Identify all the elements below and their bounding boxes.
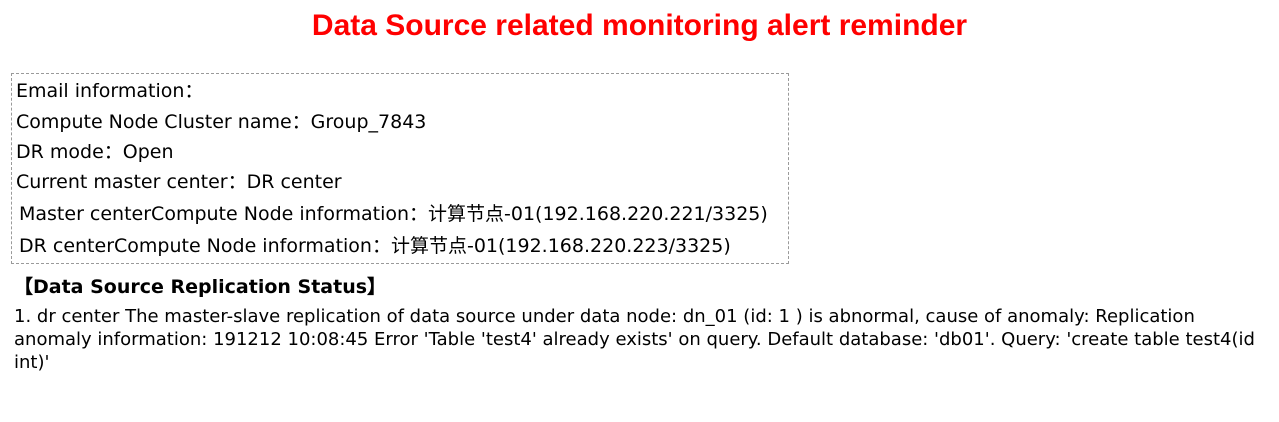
dr-mode-line: DR mode：Open (16, 141, 174, 163)
email-info-box: Email information： Compute Node Cluster … (11, 73, 789, 264)
current-master-line: Current master center：DR center (16, 171, 342, 193)
master-center-node-line: Master centerCompute Node information：计算… (19, 203, 768, 225)
cluster-name-line: Compute Node Cluster name：Group_7843 (16, 111, 427, 133)
replication-status-message: 1. dr center The master-slave replicatio… (14, 306, 1255, 373)
email-info-label: Email information： (16, 80, 204, 102)
page-title: Data Source related monitoring alert rem… (311, 9, 968, 42)
replication-status-heading: 【Data Source Replication Status】 (14, 276, 387, 298)
dr-center-node-line: DR centerCompute Node information：计算节点-0… (19, 235, 731, 257)
